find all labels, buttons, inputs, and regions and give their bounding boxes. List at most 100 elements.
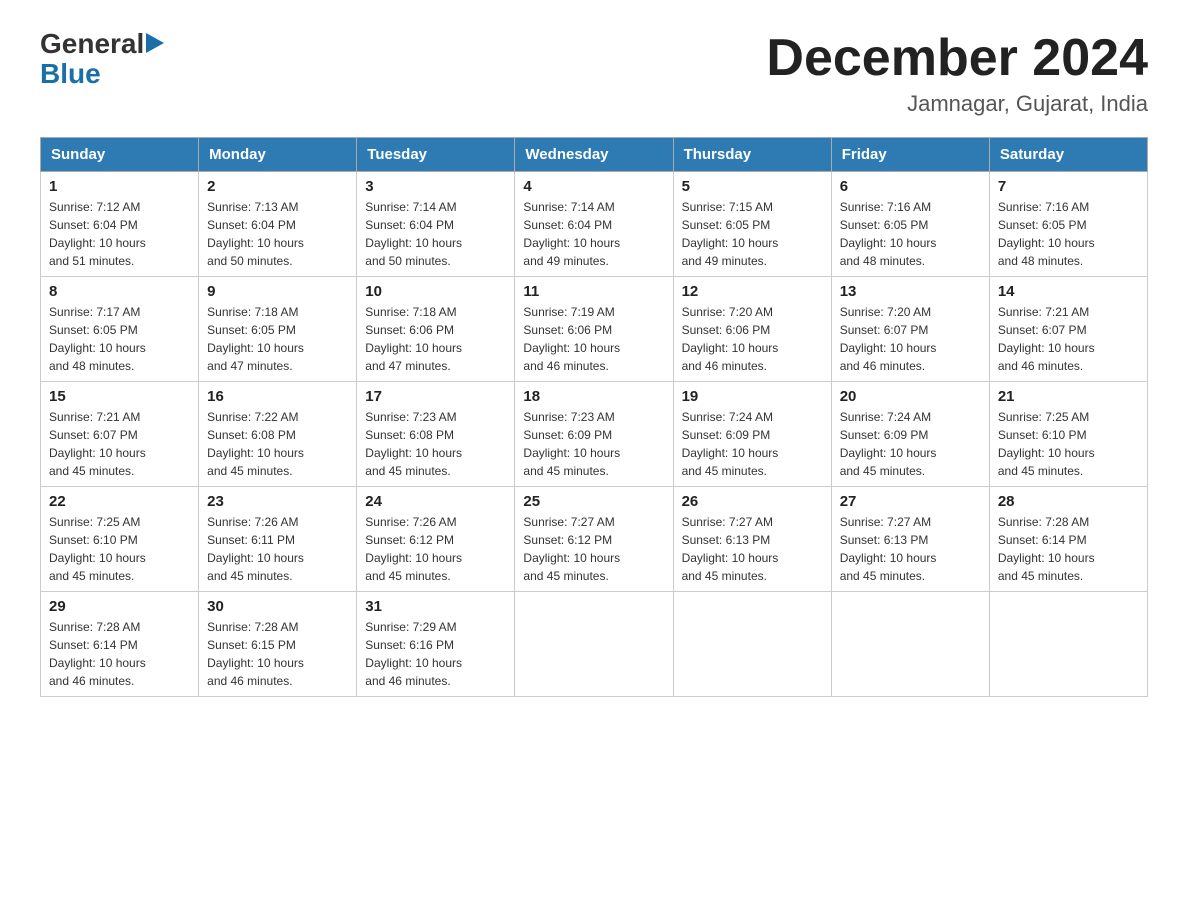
calendar-cell: 31 Sunrise: 7:29 AM Sunset: 6:16 PM Dayl… xyxy=(357,592,515,697)
day-info: Sunrise: 7:27 AM Sunset: 6:12 PM Dayligh… xyxy=(523,515,620,583)
calendar-week-row: 15 Sunrise: 7:21 AM Sunset: 6:07 PM Dayl… xyxy=(41,382,1148,487)
day-info: Sunrise: 7:23 AM Sunset: 6:08 PM Dayligh… xyxy=(365,410,462,478)
logo-arrow-icon xyxy=(146,33,164,55)
day-info: Sunrise: 7:16 AM Sunset: 6:05 PM Dayligh… xyxy=(998,200,1095,268)
day-number: 4 xyxy=(523,178,664,195)
day-number: 6 xyxy=(840,178,981,195)
calendar-day-header: Tuesday xyxy=(357,138,515,172)
day-info: Sunrise: 7:20 AM Sunset: 6:06 PM Dayligh… xyxy=(682,305,779,373)
calendar-cell xyxy=(989,592,1147,697)
calendar-cell: 21 Sunrise: 7:25 AM Sunset: 6:10 PM Dayl… xyxy=(989,382,1147,487)
day-info: Sunrise: 7:24 AM Sunset: 6:09 PM Dayligh… xyxy=(682,410,779,478)
day-info: Sunrise: 7:26 AM Sunset: 6:11 PM Dayligh… xyxy=(207,515,304,583)
day-info: Sunrise: 7:12 AM Sunset: 6:04 PM Dayligh… xyxy=(49,200,146,268)
day-number: 7 xyxy=(998,178,1139,195)
logo-blue-text: Blue xyxy=(40,58,101,89)
day-info: Sunrise: 7:27 AM Sunset: 6:13 PM Dayligh… xyxy=(840,515,937,583)
day-number: 29 xyxy=(49,598,190,615)
day-info: Sunrise: 7:25 AM Sunset: 6:10 PM Dayligh… xyxy=(998,410,1095,478)
calendar-week-row: 8 Sunrise: 7:17 AM Sunset: 6:05 PM Dayli… xyxy=(41,277,1148,382)
day-info: Sunrise: 7:27 AM Sunset: 6:13 PM Dayligh… xyxy=(682,515,779,583)
calendar-cell: 26 Sunrise: 7:27 AM Sunset: 6:13 PM Dayl… xyxy=(673,487,831,592)
calendar-day-header: Saturday xyxy=(989,138,1147,172)
day-info: Sunrise: 7:24 AM Sunset: 6:09 PM Dayligh… xyxy=(840,410,937,478)
calendar-cell: 14 Sunrise: 7:21 AM Sunset: 6:07 PM Dayl… xyxy=(989,277,1147,382)
calendar-cell: 1 Sunrise: 7:12 AM Sunset: 6:04 PM Dayli… xyxy=(41,172,199,277)
day-info: Sunrise: 7:23 AM Sunset: 6:09 PM Dayligh… xyxy=(523,410,620,478)
calendar-cell xyxy=(673,592,831,697)
calendar-cell: 11 Sunrise: 7:19 AM Sunset: 6:06 PM Dayl… xyxy=(515,277,673,382)
title-block: December 2024 Jamnagar, Gujarat, India xyxy=(766,30,1148,117)
calendar-cell: 9 Sunrise: 7:18 AM Sunset: 6:05 PM Dayli… xyxy=(199,277,357,382)
calendar-day-header: Sunday xyxy=(41,138,199,172)
calendar-cell: 27 Sunrise: 7:27 AM Sunset: 6:13 PM Dayl… xyxy=(831,487,989,592)
calendar-cell: 13 Sunrise: 7:20 AM Sunset: 6:07 PM Dayl… xyxy=(831,277,989,382)
day-info: Sunrise: 7:14 AM Sunset: 6:04 PM Dayligh… xyxy=(523,200,620,268)
day-number: 9 xyxy=(207,283,348,300)
calendar-day-header: Wednesday xyxy=(515,138,673,172)
day-number: 25 xyxy=(523,493,664,510)
day-number: 31 xyxy=(365,598,506,615)
day-number: 16 xyxy=(207,388,348,405)
calendar-week-row: 29 Sunrise: 7:28 AM Sunset: 6:14 PM Dayl… xyxy=(41,592,1148,697)
day-number: 19 xyxy=(682,388,823,405)
calendar-day-header: Monday xyxy=(199,138,357,172)
day-info: Sunrise: 7:17 AM Sunset: 6:05 PM Dayligh… xyxy=(49,305,146,373)
day-number: 3 xyxy=(365,178,506,195)
day-number: 14 xyxy=(998,283,1139,300)
day-info: Sunrise: 7:28 AM Sunset: 6:14 PM Dayligh… xyxy=(998,515,1095,583)
calendar-title: December 2024 xyxy=(766,30,1148,87)
day-number: 24 xyxy=(365,493,506,510)
calendar-cell xyxy=(831,592,989,697)
day-number: 11 xyxy=(523,283,664,300)
calendar-cell: 30 Sunrise: 7:28 AM Sunset: 6:15 PM Dayl… xyxy=(199,592,357,697)
calendar-cell: 17 Sunrise: 7:23 AM Sunset: 6:08 PM Dayl… xyxy=(357,382,515,487)
day-number: 21 xyxy=(998,388,1139,405)
day-info: Sunrise: 7:21 AM Sunset: 6:07 PM Dayligh… xyxy=(998,305,1095,373)
day-info: Sunrise: 7:20 AM Sunset: 6:07 PM Dayligh… xyxy=(840,305,937,373)
calendar-cell: 29 Sunrise: 7:28 AM Sunset: 6:14 PM Dayl… xyxy=(41,592,199,697)
calendar-cell: 28 Sunrise: 7:28 AM Sunset: 6:14 PM Dayl… xyxy=(989,487,1147,592)
calendar-cell: 25 Sunrise: 7:27 AM Sunset: 6:12 PM Dayl… xyxy=(515,487,673,592)
day-info: Sunrise: 7:18 AM Sunset: 6:06 PM Dayligh… xyxy=(365,305,462,373)
day-number: 27 xyxy=(840,493,981,510)
calendar-cell: 15 Sunrise: 7:21 AM Sunset: 6:07 PM Dayl… xyxy=(41,382,199,487)
calendar-cell: 24 Sunrise: 7:26 AM Sunset: 6:12 PM Dayl… xyxy=(357,487,515,592)
day-number: 1 xyxy=(49,178,190,195)
page-header: General Blue December 2024 Jamnagar, Guj… xyxy=(40,30,1148,117)
day-number: 20 xyxy=(840,388,981,405)
calendar-cell: 6 Sunrise: 7:16 AM Sunset: 6:05 PM Dayli… xyxy=(831,172,989,277)
day-info: Sunrise: 7:22 AM Sunset: 6:08 PM Dayligh… xyxy=(207,410,304,478)
calendar-cell: 20 Sunrise: 7:24 AM Sunset: 6:09 PM Dayl… xyxy=(831,382,989,487)
calendar-cell: 12 Sunrise: 7:20 AM Sunset: 6:06 PM Dayl… xyxy=(673,277,831,382)
calendar-cell xyxy=(515,592,673,697)
day-number: 8 xyxy=(49,283,190,300)
day-number: 10 xyxy=(365,283,506,300)
calendar-cell: 2 Sunrise: 7:13 AM Sunset: 6:04 PM Dayli… xyxy=(199,172,357,277)
day-number: 22 xyxy=(49,493,190,510)
day-info: Sunrise: 7:28 AM Sunset: 6:15 PM Dayligh… xyxy=(207,620,304,688)
calendar-cell: 4 Sunrise: 7:14 AM Sunset: 6:04 PM Dayli… xyxy=(515,172,673,277)
calendar-cell: 5 Sunrise: 7:15 AM Sunset: 6:05 PM Dayli… xyxy=(673,172,831,277)
logo-general-text: General xyxy=(40,30,144,58)
calendar-cell: 19 Sunrise: 7:24 AM Sunset: 6:09 PM Dayl… xyxy=(673,382,831,487)
day-number: 5 xyxy=(682,178,823,195)
day-number: 28 xyxy=(998,493,1139,510)
calendar-cell: 18 Sunrise: 7:23 AM Sunset: 6:09 PM Dayl… xyxy=(515,382,673,487)
calendar-header-row: SundayMondayTuesdayWednesdayThursdayFrid… xyxy=(41,138,1148,172)
calendar-cell: 23 Sunrise: 7:26 AM Sunset: 6:11 PM Dayl… xyxy=(199,487,357,592)
calendar-table: SundayMondayTuesdayWednesdayThursdayFrid… xyxy=(40,137,1148,697)
calendar-cell: 7 Sunrise: 7:16 AM Sunset: 6:05 PM Dayli… xyxy=(989,172,1147,277)
day-info: Sunrise: 7:19 AM Sunset: 6:06 PM Dayligh… xyxy=(523,305,620,373)
day-info: Sunrise: 7:29 AM Sunset: 6:16 PM Dayligh… xyxy=(365,620,462,688)
calendar-week-row: 1 Sunrise: 7:12 AM Sunset: 6:04 PM Dayli… xyxy=(41,172,1148,277)
day-number: 18 xyxy=(523,388,664,405)
calendar-body: 1 Sunrise: 7:12 AM Sunset: 6:04 PM Dayli… xyxy=(41,172,1148,697)
day-info: Sunrise: 7:28 AM Sunset: 6:14 PM Dayligh… xyxy=(49,620,146,688)
calendar-cell: 16 Sunrise: 7:22 AM Sunset: 6:08 PM Dayl… xyxy=(199,382,357,487)
day-info: Sunrise: 7:18 AM Sunset: 6:05 PM Dayligh… xyxy=(207,305,304,373)
day-info: Sunrise: 7:21 AM Sunset: 6:07 PM Dayligh… xyxy=(49,410,146,478)
day-info: Sunrise: 7:25 AM Sunset: 6:10 PM Dayligh… xyxy=(49,515,146,583)
day-number: 15 xyxy=(49,388,190,405)
day-info: Sunrise: 7:16 AM Sunset: 6:05 PM Dayligh… xyxy=(840,200,937,268)
